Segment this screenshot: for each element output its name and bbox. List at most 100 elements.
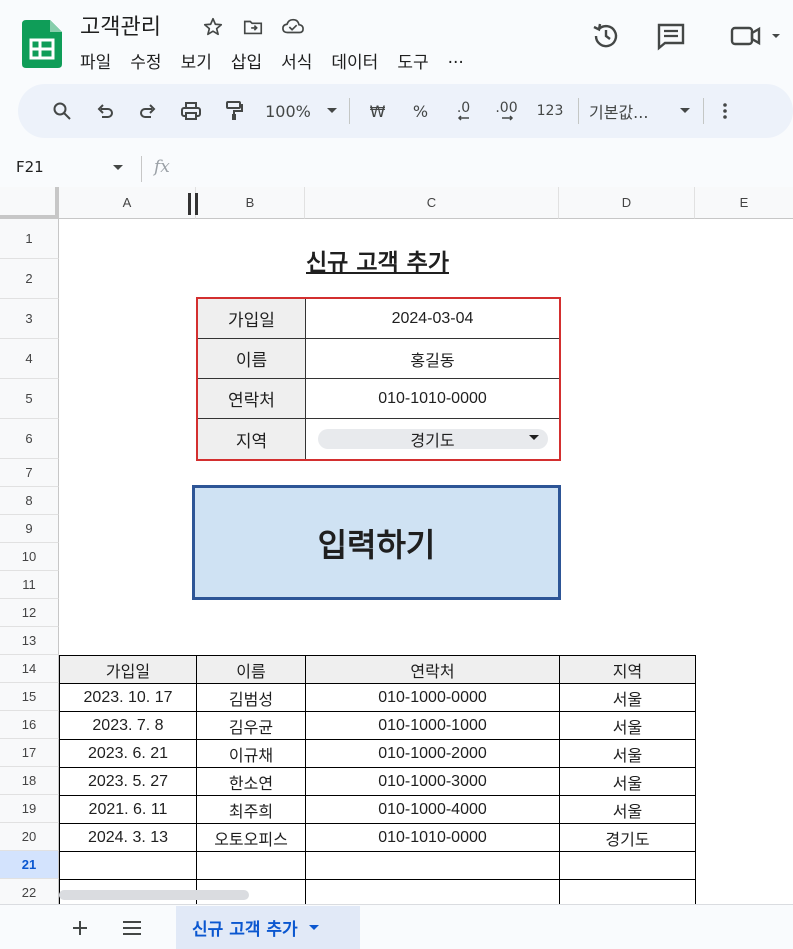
menu-data[interactable]: 데이터 [331,48,378,73]
redo-icon[interactable] [126,93,169,129]
table-cell[interactable]: 서울 [559,767,696,796]
table-cell[interactable] [305,851,560,880]
table-cell[interactable]: 이규채 [196,739,306,768]
freeze-handle[interactable] [188,193,198,215]
column-header-a[interactable]: A [59,187,196,219]
table-header-cell[interactable]: 이름 [196,655,306,684]
select-all-corner[interactable] [0,187,59,219]
number-format-button[interactable]: 123 [528,93,572,129]
row-header[interactable]: 16 [0,711,59,739]
increase-decimal-button[interactable]: .00 [485,93,528,129]
decrease-decimal-button[interactable]: .0 [442,93,485,129]
table-cell[interactable] [559,879,696,904]
table-cell[interactable]: 010-1010-0000 [305,823,560,852]
version-history-icon[interactable] [590,20,622,52]
table-cell[interactable]: 김우균 [196,711,306,740]
document-title[interactable]: 고객관리 [80,9,161,41]
font-dropdown-icon[interactable] [673,93,697,129]
row-header-selected[interactable]: 21 [0,851,59,879]
table-cell[interactable]: 2021. 6. 11 [59,795,197,824]
table-cell[interactable]: 2023. 6. 21 [59,739,197,768]
table-cell[interactable] [559,851,696,880]
menu-tools[interactable]: 도구 [397,48,428,73]
comments-icon[interactable] [655,20,687,52]
row-header[interactable]: 7 [0,459,59,487]
row-header[interactable]: 15 [0,683,59,711]
meet-video-icon[interactable] [728,20,788,52]
menu-insert[interactable]: 삽입 [231,48,262,73]
name-box-dropdown-icon[interactable] [112,164,124,172]
row-header[interactable]: 11 [0,571,59,599]
table-cell[interactable]: 2023. 7. 8 [59,711,197,740]
table-cell[interactable]: 서울 [559,683,696,712]
table-header-cell[interactable]: 가입일 [59,655,197,684]
table-cell[interactable]: 2023. 10. 17 [59,683,197,712]
paint-format-icon[interactable] [212,93,255,129]
table-cell[interactable]: 010-1000-0000 [305,683,560,712]
sheet-tab-dropdown-icon[interactable] [308,924,320,932]
name-input[interactable]: 홍길동 [306,339,559,378]
all-sheets-menu-icon[interactable] [120,918,144,938]
cloud-saved-icon[interactable] [280,14,306,40]
menu-format[interactable]: 서식 [281,48,312,73]
table-cell[interactable]: 서울 [559,711,696,740]
move-folder-icon[interactable] [240,14,266,40]
star-icon[interactable] [200,14,226,40]
region-dropdown-chip[interactable]: 경기도 [317,429,548,450]
table-cell[interactable]: 김범성 [196,683,306,712]
table-cell[interactable]: 010-1000-3000 [305,767,560,796]
row-header[interactable]: 10 [0,543,59,571]
row-header[interactable]: 22 [0,879,59,904]
spreadsheet-grid[interactable]: A B C D E 1 2 3 4 5 6 7 8 9 10 11 12 13 … [0,187,793,904]
table-cell[interactable]: 010-1000-1000 [305,711,560,740]
table-cell[interactable] [196,851,306,880]
font-family-select[interactable]: 기본값... [585,93,673,129]
row-header[interactable]: 6 [0,419,59,459]
undo-icon[interactable] [83,93,126,129]
row-header[interactable]: 19 [0,795,59,823]
row-header[interactable]: 9 [0,515,59,543]
sheet-tab-active[interactable]: 신규 고객 추가 [176,906,360,949]
table-cell[interactable]: 경기도 [559,823,696,852]
column-header-d[interactable]: D [559,187,695,219]
menu-file[interactable]: 파일 [80,48,111,73]
search-icon[interactable] [40,93,83,129]
column-header-b[interactable]: B [196,187,305,219]
table-cell[interactable] [59,851,197,880]
table-cell[interactable]: 2024. 3. 13 [59,823,197,852]
row-header[interactable]: 12 [0,599,59,627]
menu-edit[interactable]: 수정 [130,48,161,73]
table-cell[interactable]: 서울 [559,739,696,768]
row-header[interactable]: 3 [0,299,59,339]
print-icon[interactable] [169,93,212,129]
row-header[interactable]: 5 [0,379,59,419]
percent-format-button[interactable]: % [399,93,442,129]
row-header[interactable]: 20 [0,823,59,851]
row-header[interactable]: 13 [0,627,59,655]
row-header[interactable]: 8 [0,487,59,515]
row-header[interactable]: 18 [0,767,59,795]
table-cell[interactable]: 서울 [559,795,696,824]
menu-view[interactable]: 보기 [181,48,212,73]
table-cell[interactable]: 오토오피스 [196,823,306,852]
table-cell[interactable]: 최주희 [196,795,306,824]
table-cell[interactable]: 한소연 [196,767,306,796]
row-header[interactable]: 17 [0,739,59,767]
currency-format-button[interactable]: ₩ [356,93,399,129]
table-cell[interactable] [305,879,560,904]
contact-input[interactable]: 010-1010-0000 [306,379,559,418]
table-cell[interactable]: 2023. 5. 27 [59,767,197,796]
table-header-cell[interactable]: 지역 [559,655,696,684]
horizontal-scrollbar[interactable] [59,890,249,900]
join-date-input[interactable]: 2024-03-04 [306,299,559,338]
table-header-cell[interactable]: 연락처 [305,655,560,684]
zoom-dropdown-icon[interactable] [321,93,343,129]
column-header-e[interactable]: E [695,187,793,219]
menu-more[interactable]: ... [448,48,464,73]
table-cell[interactable]: 010-1000-4000 [305,795,560,824]
row-header[interactable]: 14 [0,655,59,683]
column-header-c[interactable]: C [305,187,559,219]
row-header[interactable]: 4 [0,339,59,379]
submit-button[interactable]: 입력하기 [192,485,561,600]
table-cell[interactable]: 010-1000-2000 [305,739,560,768]
